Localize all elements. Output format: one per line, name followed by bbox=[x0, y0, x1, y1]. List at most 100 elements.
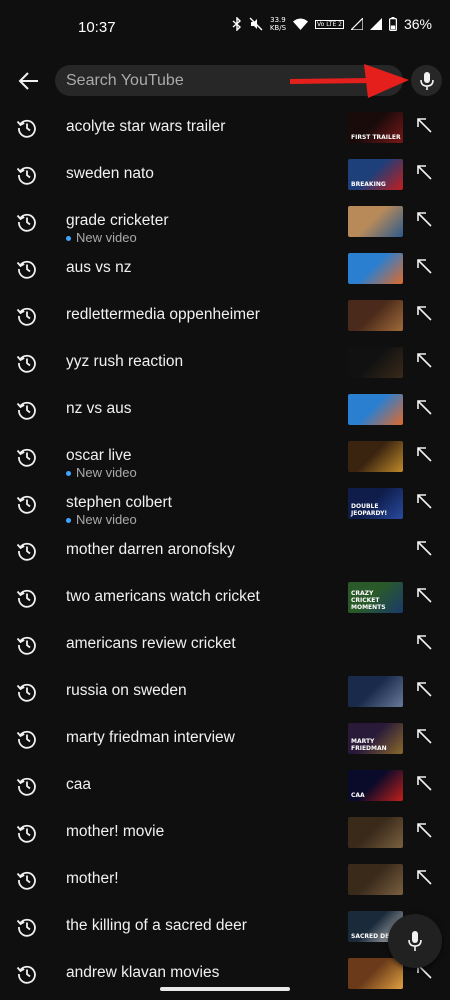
suggestion-query: redlettermedia oppenheimer bbox=[66, 306, 260, 323]
suggestion-row[interactable]: acolyte star wars trailer FIRST TRAILER bbox=[0, 104, 450, 151]
signal-icon-2 bbox=[369, 18, 382, 30]
fill-query-button[interactable] bbox=[415, 398, 433, 416]
suggestion-query: two americans watch cricket bbox=[66, 588, 260, 605]
new-video-dot-icon bbox=[66, 517, 71, 523]
suggestion-thumbnail[interactable] bbox=[348, 676, 403, 707]
fill-query-button[interactable] bbox=[415, 727, 433, 745]
suggestion-thumbnail[interactable]: MARTY FRIEDMAN bbox=[348, 723, 403, 754]
fill-query-button[interactable] bbox=[415, 304, 433, 322]
suggestion-query: oscar live bbox=[66, 447, 132, 464]
history-icon bbox=[16, 963, 38, 985]
fill-query-button[interactable] bbox=[415, 821, 433, 839]
arrow-up-left-icon bbox=[417, 494, 432, 509]
arrow-up-left-icon bbox=[417, 682, 432, 697]
suggestion-thumbnail[interactable]: DOUBLE JEOPARDY! bbox=[348, 488, 403, 519]
suggestion-query: mother darren aronofsky bbox=[66, 541, 235, 558]
suggestion-row[interactable]: stephen colbert New video DOUBLE JEOPARDY! bbox=[0, 480, 450, 527]
new-video-badge: New video bbox=[66, 465, 137, 480]
thumbnail-caption: FIRST TRAILER bbox=[351, 134, 401, 141]
suggestion-query: grade cricketer bbox=[66, 212, 169, 229]
thumbnail-caption: DOUBLE JEOPARDY! bbox=[351, 503, 388, 517]
suggestion-row[interactable]: yyz rush reaction bbox=[0, 339, 450, 386]
suggestion-thumbnail[interactable] bbox=[348, 347, 403, 378]
history-icon bbox=[16, 916, 38, 938]
suggestion-thumbnail[interactable] bbox=[348, 817, 403, 848]
history-icon bbox=[16, 305, 38, 327]
suggestion-row[interactable]: aus vs nz bbox=[0, 245, 450, 292]
suggestion-thumbnail[interactable]: FIRST TRAILER bbox=[348, 112, 403, 143]
suggestion-query: americans review cricket bbox=[66, 635, 236, 652]
suggestion-query: caa bbox=[66, 776, 91, 793]
history-icon bbox=[16, 446, 38, 468]
fill-query-button[interactable] bbox=[415, 163, 433, 181]
arrow-up-left-icon bbox=[417, 588, 432, 603]
suggestion-row[interactable]: two americans watch cricket CRAZY CRICKET… bbox=[0, 574, 450, 621]
back-button[interactable] bbox=[14, 66, 44, 96]
thumbnail-caption: MARTY FRIEDMAN bbox=[351, 738, 387, 752]
fill-query-button[interactable] bbox=[415, 586, 433, 604]
suggestion-row[interactable]: sweden nato BREAKING bbox=[0, 151, 450, 198]
suggestion-thumbnail[interactable] bbox=[348, 253, 403, 284]
history-icon bbox=[16, 822, 38, 844]
suggestion-row[interactable]: russia on sweden bbox=[0, 668, 450, 715]
voice-search-button[interactable] bbox=[411, 65, 442, 96]
fill-query-button[interactable] bbox=[415, 445, 433, 463]
suggestion-row[interactable]: grade cricketer New video bbox=[0, 198, 450, 245]
suggestion-query: acolyte star wars trailer bbox=[66, 118, 226, 135]
suggestion-row[interactable]: mother! bbox=[0, 856, 450, 903]
suggestion-query: marty friedman interview bbox=[66, 729, 235, 746]
arrow-up-left-icon bbox=[417, 259, 432, 274]
status-icons: 33.9 KB/S Vo LTE 2 36% bbox=[232, 16, 432, 32]
suggestion-thumbnail[interactable] bbox=[348, 441, 403, 472]
arrow-up-left-icon bbox=[417, 165, 432, 180]
fill-query-button[interactable] bbox=[415, 492, 433, 510]
suggestion-thumbnail[interactable] bbox=[348, 864, 403, 895]
new-video-label: New video bbox=[76, 465, 137, 480]
new-video-badge: New video bbox=[66, 512, 137, 527]
home-indicator[interactable] bbox=[160, 987, 290, 991]
history-icon bbox=[16, 399, 38, 421]
suggestion-row[interactable]: marty friedman interview MARTY FRIEDMAN bbox=[0, 715, 450, 762]
suggestion-row[interactable]: the killing of a sacred deer SACRED DEER bbox=[0, 903, 450, 950]
suggestion-thumbnail[interactable] bbox=[348, 958, 403, 989]
history-icon bbox=[16, 681, 38, 703]
suggestion-row[interactable]: redlettermedia oppenheimer bbox=[0, 292, 450, 339]
microphone-icon bbox=[408, 931, 422, 951]
suggestion-row[interactable]: caa CAA bbox=[0, 762, 450, 809]
suggestion-query: sweden nato bbox=[66, 165, 154, 182]
new-video-dot-icon bbox=[66, 235, 71, 241]
floating-voice-button[interactable] bbox=[388, 914, 442, 968]
suggestion-thumbnail[interactable]: CAA bbox=[348, 770, 403, 801]
fill-query-button[interactable] bbox=[415, 774, 433, 792]
suggestion-row[interactable]: mother darren aronofsky bbox=[0, 527, 450, 574]
fill-query-button[interactable] bbox=[415, 351, 433, 369]
arrow-up-left-icon bbox=[417, 729, 432, 744]
suggestion-row[interactable]: mother! movie bbox=[0, 809, 450, 856]
network-speed: 33.9 KB/S bbox=[269, 16, 287, 32]
fill-query-button[interactable] bbox=[415, 210, 433, 228]
arrow-up-left-icon bbox=[417, 400, 432, 415]
fill-query-button[interactable] bbox=[415, 539, 433, 557]
annotation-arrow-icon bbox=[290, 64, 409, 98]
new-video-badge: New video bbox=[66, 230, 137, 245]
fill-query-button[interactable] bbox=[415, 116, 433, 134]
suggestion-query: stephen colbert bbox=[66, 494, 172, 511]
fill-query-button[interactable] bbox=[415, 868, 433, 886]
suggestion-thumbnail[interactable] bbox=[348, 394, 403, 425]
fill-query-button[interactable] bbox=[415, 680, 433, 698]
suggestion-thumbnail[interactable]: BREAKING bbox=[348, 159, 403, 190]
fill-query-button[interactable] bbox=[415, 257, 433, 275]
suggestion-thumbnail[interactable] bbox=[348, 300, 403, 331]
suggestion-row[interactable]: nz vs aus bbox=[0, 386, 450, 433]
suggestion-row[interactable]: oscar live New video bbox=[0, 433, 450, 480]
suggestion-thumbnail[interactable] bbox=[348, 206, 403, 237]
suggestion-row[interactable]: americans review cricket bbox=[0, 621, 450, 668]
suggestion-thumbnail[interactable]: CRAZY CRICKET MOMENTS bbox=[348, 582, 403, 613]
suggestion-query: andrew klavan movies bbox=[66, 964, 220, 981]
arrow-up-left-icon bbox=[417, 870, 432, 885]
search-suggestions-list: acolyte star wars trailer FIRST TRAILER sw… bbox=[0, 104, 450, 997]
thumbnail-caption: BREAKING bbox=[351, 181, 386, 188]
arrow-up-left-icon bbox=[417, 541, 432, 556]
fill-query-button[interactable] bbox=[415, 633, 433, 651]
suggestion-query: nz vs aus bbox=[66, 400, 132, 417]
